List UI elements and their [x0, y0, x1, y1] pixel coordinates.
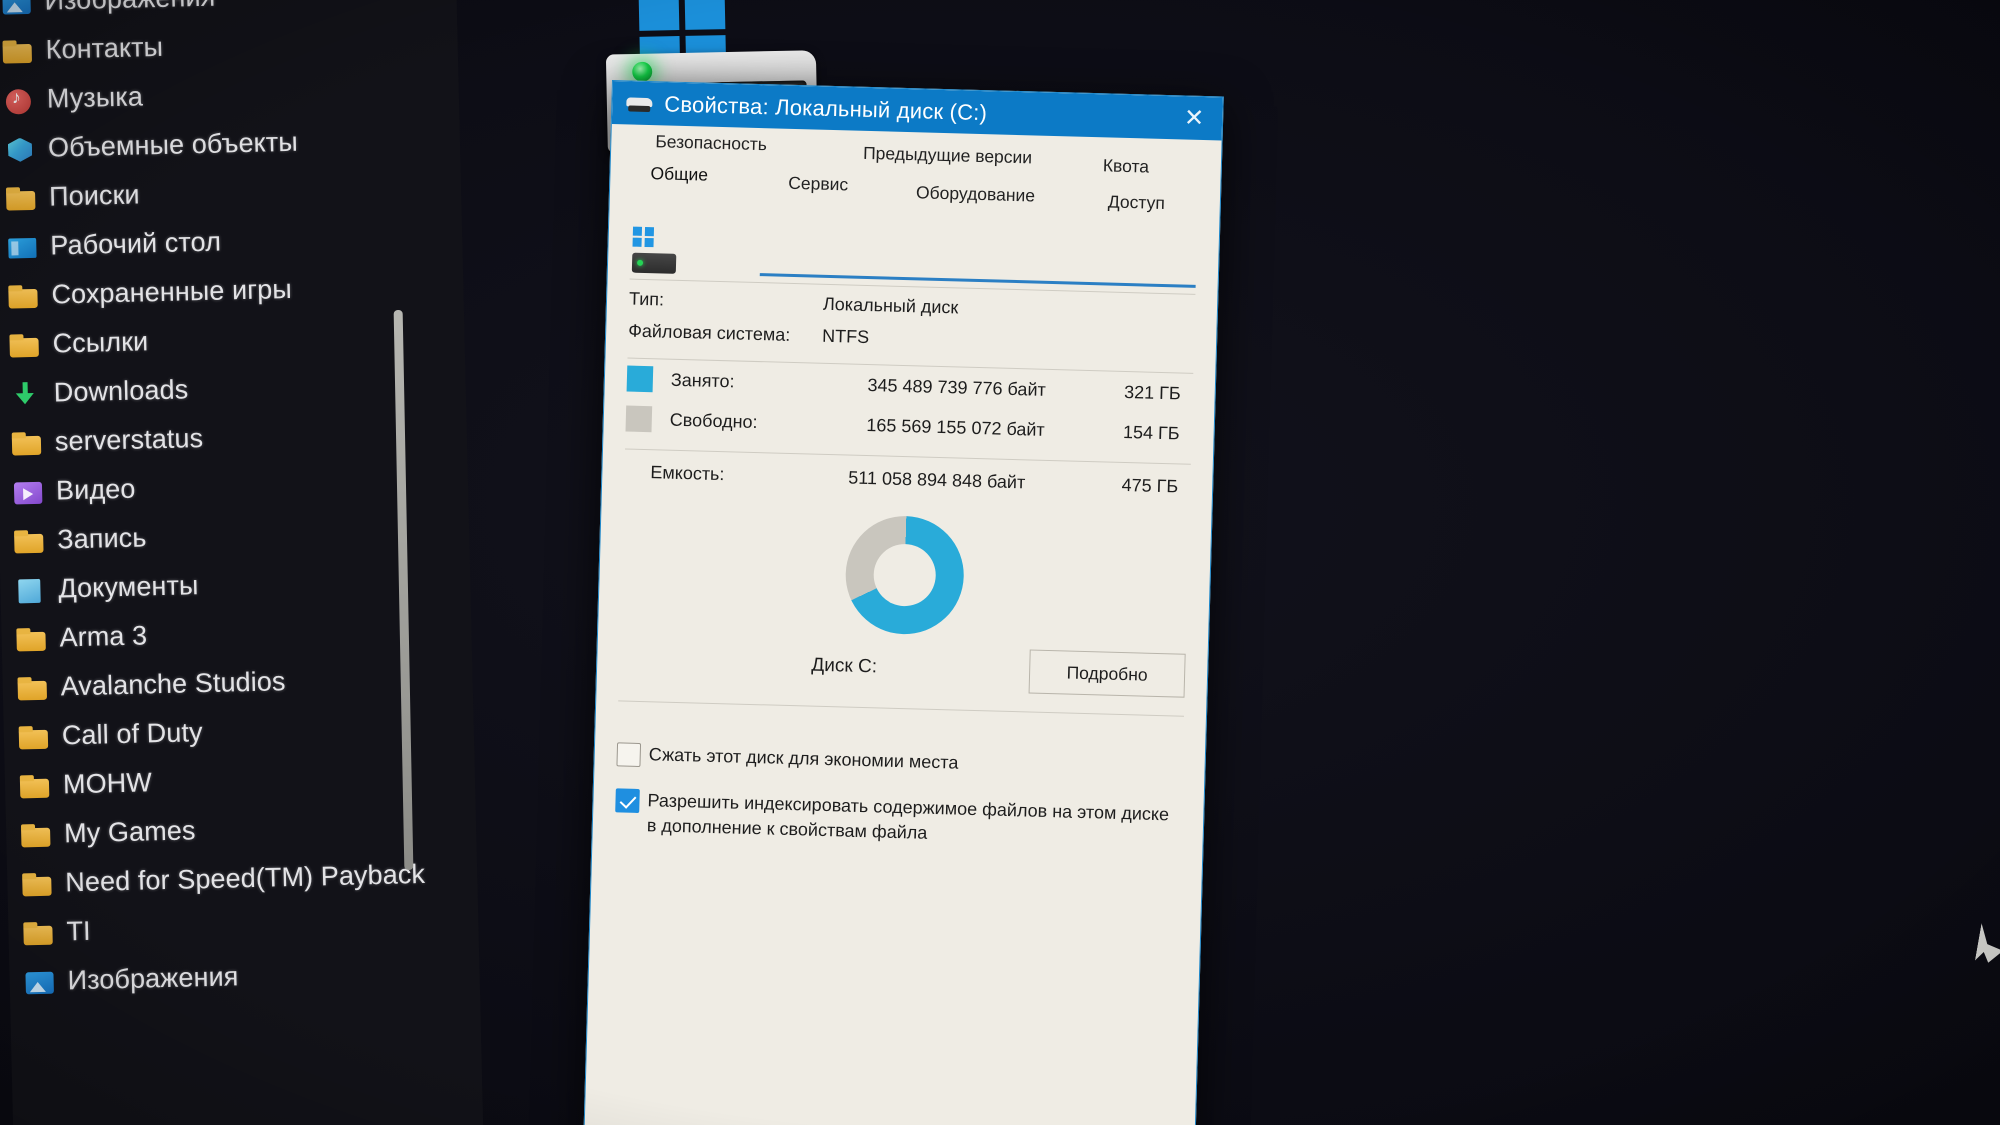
sidebar-item-label: Ссылки: [52, 326, 149, 359]
checkbox-label: Разрешить индексировать содержимое файло…: [646, 789, 1170, 843]
usage-bytes: 345 489 739 776 байт: [867, 374, 1047, 400]
folder-icon: [19, 771, 52, 800]
folder-icon: [18, 722, 51, 751]
tab-tools[interactable]: Сервис: [788, 173, 848, 196]
volume-drive-icon: [630, 226, 677, 276]
capacity-label: Емкость:: [650, 462, 725, 485]
tab-hardware[interactable]: Оборудование: [916, 182, 1036, 206]
disk-usage-chart: [620, 486, 1190, 649]
checkbox-box[interactable]: [615, 787, 640, 813]
documents-icon: [14, 575, 47, 604]
desktop-icon: [6, 232, 39, 261]
folder-icon: [8, 330, 41, 359]
disk-properties-dialog: Свойства: Локальный диск (C:) ✕ Безопасн…: [583, 80, 1224, 1125]
checkbox-allow-indexing[interactable]: Разрешить индексировать содержимое файло…: [614, 777, 1182, 863]
folder-icon: [1, 36, 34, 65]
sidebar-item-label: Need for Speed(TM) Payback: [64, 858, 426, 898]
sidebar-item-label: Downloads: [53, 374, 189, 408]
tab-quota[interactable]: Квота: [1103, 155, 1150, 177]
usage-label: Свободно:: [669, 409, 758, 432]
folder-icon: [11, 428, 44, 457]
sidebar-item-label: Arma 3: [59, 620, 148, 653]
sidebar-item-label: Музыка: [46, 81, 144, 114]
sidebar-item-label: serverstatus: [54, 423, 204, 457]
folder-icon: [13, 526, 46, 555]
disk-caption: Диск C:: [811, 654, 878, 678]
info-key: Тип:: [628, 288, 665, 310]
sidebar-item-label: Call of Duty: [61, 717, 203, 751]
sidebar-item-label: Поиски: [48, 179, 140, 212]
info-key: Файловая система:: [627, 320, 791, 345]
sidebar-item-label: Документы: [58, 570, 199, 604]
sidebar-item-label: TI: [66, 915, 92, 947]
tab-bar[interactable]: Безопасность Предыдущие версии Квота Общ…: [610, 124, 1222, 218]
video-icon: [12, 477, 45, 506]
folder-icon: [15, 624, 48, 653]
details-button[interactable]: Подробно: [1028, 649, 1186, 698]
tab-security[interactable]: Безопасность: [655, 131, 767, 155]
sidebar-item-label: Видео: [55, 473, 136, 506]
music-icon: [3, 85, 36, 114]
pictures-icon: [0, 0, 33, 16]
sidebar-item-izobrazheniya-2[interactable]: Изображения: [9, 947, 480, 1007]
usage-gb: 321 ГБ: [1123, 381, 1182, 403]
3d-objects-icon: [4, 134, 37, 163]
usage-bytes: 165 569 155 072 байт: [866, 414, 1045, 440]
desktop-screen: Изображения Контакты Музыка Объемные объ…: [0, 0, 2000, 1125]
explorer-nav-pane[interactable]: Изображения Контакты Музыка Объемные объ…: [0, 0, 484, 1125]
checkbox-label: Сжать этот диск для экономии места: [648, 744, 959, 773]
dialog-title: Свойства: Локальный диск (C:): [664, 90, 988, 125]
info-value: NTFS: [821, 325, 870, 348]
capacity-bytes: 511 058 894 848 байт: [848, 467, 1026, 493]
disk-drive-icon: [626, 93, 653, 114]
dialog-general-pane: Тип: Локальный диск Файловая система: NT…: [592, 204, 1219, 864]
volume-label-input[interactable]: [759, 236, 1197, 288]
sidebar-item-label: Рабочий стол: [49, 226, 222, 261]
sidebar-item-label: Avalanche Studios: [60, 666, 286, 702]
folder-icon: [20, 820, 53, 849]
sidebar-item-label: Изображения: [44, 0, 215, 17]
sidebar-item-label: Запись: [56, 522, 147, 555]
usage-label: Занято:: [670, 369, 735, 391]
used-color-swatch: [626, 365, 654, 393]
close-icon[interactable]: ✕: [1166, 96, 1223, 140]
folder-icon: [16, 673, 49, 702]
sidebar-item-label: My Games: [63, 815, 196, 849]
pictures-icon: [23, 967, 56, 996]
tab-general[interactable]: Общие: [650, 163, 708, 186]
tab-previous-versions[interactable]: Предыдущие версии: [863, 143, 1033, 169]
donut-chart: [844, 514, 966, 636]
checkbox-box[interactable]: [616, 742, 642, 768]
usage-gb: 154 ГБ: [1122, 421, 1180, 443]
tab-sharing[interactable]: Доступ: [1108, 191, 1166, 214]
capacity-gb: 475 ГБ: [1121, 474, 1179, 497]
mouse-cursor: [1975, 923, 2000, 965]
folder-icon: [5, 183, 38, 212]
folder-icon: [7, 281, 40, 310]
sidebar-item-label: MOHW: [62, 767, 153, 800]
folder-icon: [22, 918, 55, 947]
sidebar-item-label: Изображения: [67, 961, 239, 996]
sidebar-item-label: Сохраненные игры: [51, 273, 293, 310]
sidebar-item-label: Объемные объекты: [47, 126, 299, 163]
download-icon: [9, 379, 42, 408]
free-color-swatch: [625, 405, 653, 433]
folder-icon: [21, 869, 54, 898]
sidebar-item-label: Контакты: [45, 31, 164, 65]
